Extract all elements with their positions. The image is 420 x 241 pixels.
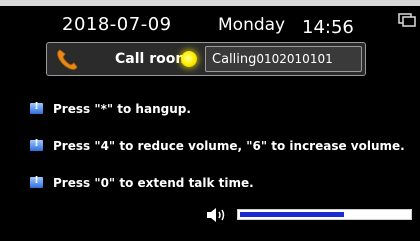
time-display: 14:56 (302, 17, 354, 38)
intercom-screen: 2018-07-09 Monday 14:56 Call room Callin… (0, 0, 420, 241)
phone-icon (57, 49, 78, 70)
call-status-bar: Call room Calling0102010101 (46, 42, 366, 76)
info-icon (30, 101, 43, 114)
instruction-volume: Press "4" to reduce volume, "6" to incre… (30, 138, 405, 153)
day-display: Monday (218, 15, 286, 35)
instruction-text: Press "*" to hangup. (53, 102, 191, 116)
calling-number: 0102010101 (256, 52, 333, 66)
instruction-text: Press "0" to extend talk time. (53, 176, 254, 190)
calling-status-text: Calling (212, 52, 257, 67)
date-display: 2018-07-09 (62, 14, 172, 35)
top-border (0, 0, 420, 6)
calling-status-field: Calling0102010101 (205, 46, 362, 72)
call-status-indicator (181, 51, 197, 67)
instruction-extend: Press "0" to extend talk time. (30, 175, 254, 190)
instruction-text: Press "4" to reduce volume, "6" to incre… (53, 139, 405, 153)
speaker-icon (207, 208, 225, 222)
info-icon (30, 138, 43, 151)
instruction-hangup: Press "*" to hangup. (30, 101, 191, 116)
window-icon[interactable] (398, 13, 416, 27)
volume-level-fill (240, 212, 344, 217)
volume-bar[interactable] (237, 209, 412, 220)
info-icon (30, 175, 43, 188)
call-room-label: Call room (115, 51, 190, 67)
